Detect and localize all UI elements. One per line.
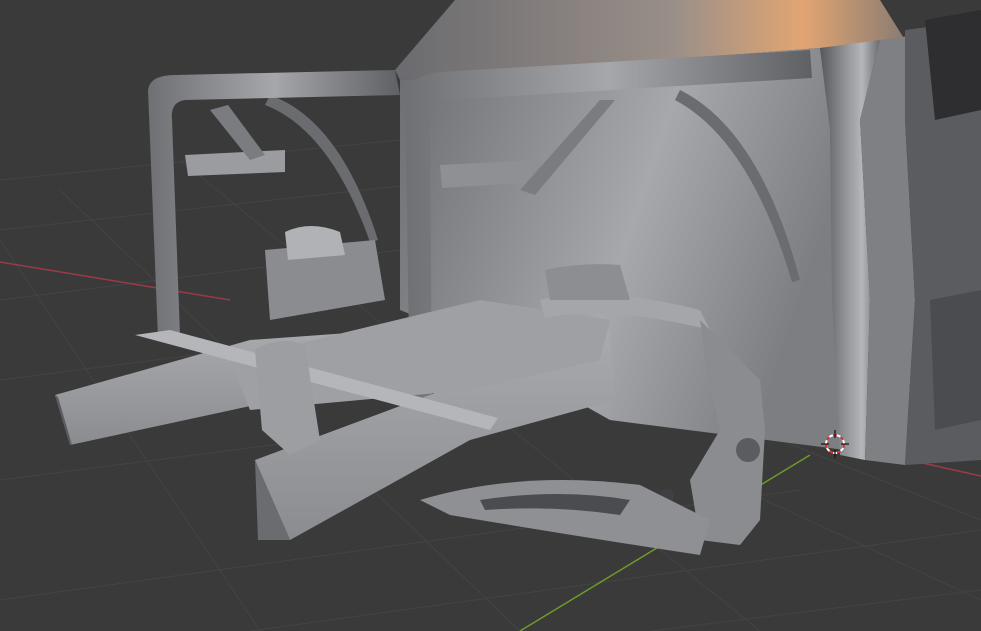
upper-a-frame [545,264,630,300]
cab-door-step [930,290,981,430]
3d-viewport[interactable] [0,0,981,631]
cross-bar-upper-left [185,150,285,176]
hub-bore [736,438,760,462]
x-axis-line [0,261,231,301]
shock-cap-left [285,226,345,260]
cab-window [925,10,981,120]
diagonal-brace-left [210,105,265,160]
